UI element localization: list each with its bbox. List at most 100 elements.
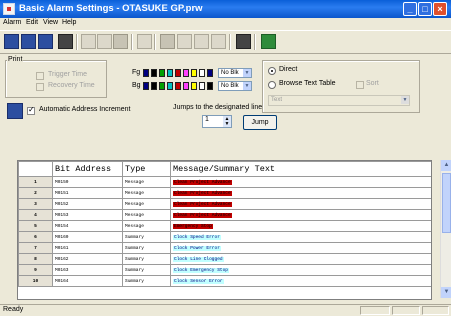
toolbar-undo-icon[interactable] bbox=[137, 34, 152, 49]
table-row[interactable]: 5 M0154 Message Emergency Stop bbox=[18, 220, 431, 232]
type-cell[interactable]: Message bbox=[122, 187, 171, 199]
scroll-thumb[interactable] bbox=[442, 173, 451, 233]
color-swatch[interactable] bbox=[151, 69, 157, 77]
bit-address-cell[interactable]: M0150 bbox=[52, 176, 123, 188]
toolbar-delete-row-icon[interactable] bbox=[177, 34, 192, 49]
jump-line-stepper[interactable]: 1 ▲ ▼ bbox=[202, 115, 232, 128]
toolbar-properties-icon[interactable] bbox=[236, 34, 251, 49]
color-swatch[interactable] bbox=[143, 82, 149, 90]
message-cell[interactable]: Clean Project Advance bbox=[170, 187, 431, 199]
color-swatch[interactable] bbox=[191, 69, 197, 77]
type-cell[interactable]: Summary bbox=[122, 253, 171, 265]
toolbar-copy-icon[interactable] bbox=[97, 34, 112, 49]
table-row[interactable]: 6 M0160 Summary Clock Speed Error bbox=[18, 231, 431, 243]
bit-address-cell[interactable]: M0161 bbox=[52, 242, 123, 254]
color-swatch[interactable] bbox=[175, 82, 181, 90]
toolbar-save-icon[interactable] bbox=[58, 34, 73, 49]
type-cell[interactable]: Summary bbox=[122, 231, 171, 243]
toolbar bbox=[0, 30, 451, 54]
color-swatch[interactable] bbox=[183, 69, 189, 77]
message-cell[interactable]: Clock Line Clogged bbox=[170, 253, 431, 265]
bit-address-header[interactable]: Bit Address bbox=[52, 161, 123, 177]
bit-address-cell[interactable]: M0162 bbox=[52, 253, 123, 265]
bit-address-cell[interactable]: M0151 bbox=[52, 187, 123, 199]
type-cell[interactable]: Summary bbox=[122, 275, 171, 287]
message-cell[interactable]: Clock Sensor Error bbox=[170, 275, 431, 287]
bit-address-cell[interactable]: M0164 bbox=[52, 275, 123, 287]
color-swatch[interactable] bbox=[199, 69, 205, 77]
table-row[interactable]: 8 M0162 Summary Clock Line Clogged bbox=[18, 253, 431, 265]
type-cell[interactable]: Message bbox=[122, 176, 171, 188]
table-row[interactable]: 4 M0153 Message Clean Project Advance bbox=[18, 209, 431, 221]
message-cell[interactable]: Clock Speed Error bbox=[170, 231, 431, 243]
message-text: Clock Speed Error bbox=[173, 234, 221, 240]
color-swatch[interactable] bbox=[183, 82, 189, 90]
spin-down-icon[interactable]: ▼ bbox=[223, 121, 231, 127]
browse-text-table-radio[interactable] bbox=[268, 81, 276, 89]
type-header[interactable]: Type bbox=[122, 161, 171, 177]
menu-edit[interactable]: Edit bbox=[26, 19, 38, 26]
text-table-select[interactable]: Text ▼ bbox=[268, 95, 410, 106]
scroll-down-icon[interactable]: ▼ bbox=[441, 287, 451, 298]
type-cell[interactable]: Summary bbox=[122, 242, 171, 254]
toolbar-cut-icon[interactable] bbox=[81, 34, 96, 49]
scroll-up-icon[interactable]: ▲ bbox=[441, 160, 451, 171]
message-cell[interactable]: Clock Emergency Stop bbox=[170, 264, 431, 276]
toolbar-insert-row-icon[interactable] bbox=[160, 34, 175, 49]
sort-checkbox[interactable] bbox=[356, 81, 364, 89]
jump-button[interactable]: Jump bbox=[243, 115, 277, 130]
message-cell[interactable]: Clean Project Advance bbox=[170, 176, 431, 188]
color-swatch[interactable] bbox=[143, 69, 149, 77]
table-row[interactable]: 10 M0164 Summary Clock Sensor Error bbox=[18, 275, 431, 287]
color-swatch[interactable] bbox=[167, 69, 173, 77]
auto-increment-checkbox[interactable] bbox=[27, 105, 35, 115]
type-cell[interactable]: Summary bbox=[122, 264, 171, 276]
maximize-button[interactable]: □ bbox=[418, 2, 432, 16]
message-cell[interactable]: Clean Project Advance bbox=[170, 209, 431, 221]
color-swatch[interactable] bbox=[167, 82, 173, 90]
color-swatch[interactable] bbox=[207, 82, 213, 90]
direct-radio[interactable] bbox=[268, 67, 276, 75]
type-cell[interactable]: Message bbox=[122, 220, 171, 232]
message-cell[interactable]: Emergency Stop bbox=[170, 220, 431, 232]
table-row[interactable]: 7 M0161 Summary Clock Power Error bbox=[18, 242, 431, 254]
color-swatch[interactable] bbox=[159, 82, 165, 90]
minimize-button[interactable]: _ bbox=[403, 2, 417, 16]
color-swatch[interactable] bbox=[151, 82, 157, 90]
bit-address-cell[interactable]: M0163 bbox=[52, 264, 123, 276]
fg-blink-select[interactable]: No Blk ▼ bbox=[218, 68, 252, 78]
toolbar-delete-col-icon[interactable] bbox=[211, 34, 226, 49]
message-cell[interactable]: Clock Power Error bbox=[170, 242, 431, 254]
bit-address-cell[interactable]: M0153 bbox=[52, 209, 123, 221]
close-button[interactable]: × bbox=[433, 2, 447, 16]
menu-help[interactable]: Help bbox=[62, 19, 76, 26]
toolbar-transfer-icon[interactable] bbox=[261, 34, 276, 49]
color-swatch[interactable] bbox=[159, 69, 165, 77]
color-swatch[interactable] bbox=[199, 82, 205, 90]
bit-address-cell[interactable]: M0154 bbox=[52, 220, 123, 232]
toolbar-grid-icon[interactable] bbox=[38, 34, 53, 49]
toolbar-insert-col-icon[interactable] bbox=[194, 34, 209, 49]
color-swatch[interactable] bbox=[207, 69, 213, 77]
message-header[interactable]: Message/Summary Text bbox=[170, 161, 431, 177]
recovery-time-checkbox[interactable] bbox=[36, 83, 44, 91]
type-cell[interactable]: Message bbox=[122, 198, 171, 210]
bit-address-cell[interactable]: M0160 bbox=[52, 231, 123, 243]
type-cell[interactable]: Message bbox=[122, 209, 171, 221]
color-swatch[interactable] bbox=[191, 82, 197, 90]
trigger-time-checkbox[interactable] bbox=[36, 72, 44, 80]
toolbar-table-icon[interactable] bbox=[21, 34, 36, 49]
vertical-scrollbar[interactable]: ▲ ▼ bbox=[440, 160, 451, 298]
table-row[interactable]: 1 M0150 Message Clean Project Advance bbox=[18, 176, 431, 188]
table-row[interactable]: 2 M0151 Message Clean Project Advance bbox=[18, 187, 431, 199]
message-cell[interactable]: Clean Project Advance bbox=[170, 198, 431, 210]
color-swatch[interactable] bbox=[175, 69, 181, 77]
menu-alarm[interactable]: Alarm bbox=[3, 19, 21, 26]
toolbar-paste-icon[interactable] bbox=[113, 34, 128, 49]
table-row[interactable]: 3 M0152 Message Clean Project Advance bbox=[18, 198, 431, 210]
menu-view[interactable]: View bbox=[43, 19, 58, 26]
bit-address-cell[interactable]: M0152 bbox=[52, 198, 123, 210]
toolbar-open-icon[interactable] bbox=[4, 34, 19, 49]
table-row[interactable]: 9 M0163 Summary Clock Emergency Stop bbox=[18, 264, 431, 276]
bg-blink-select[interactable]: No Blk ▼ bbox=[218, 81, 252, 91]
